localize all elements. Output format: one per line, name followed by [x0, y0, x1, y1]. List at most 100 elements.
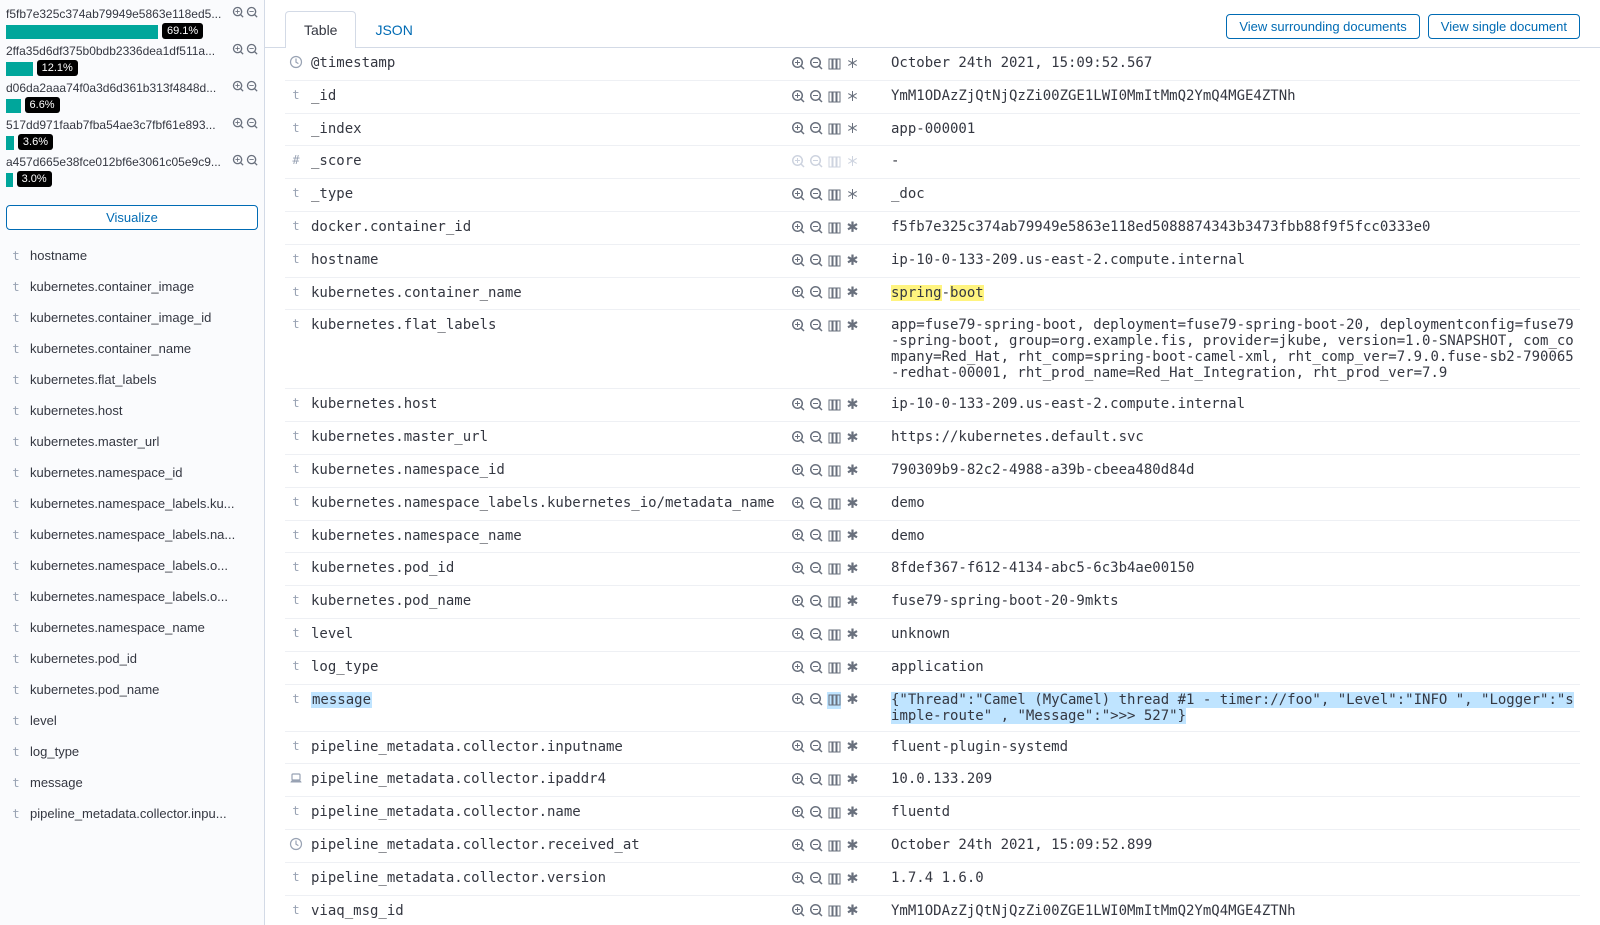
exists-icon[interactable] [845, 903, 859, 917]
filter-out-icon[interactable] [246, 154, 258, 166]
exists-icon[interactable] [845, 528, 859, 542]
filter-out-icon[interactable] [809, 627, 823, 641]
filter-in-icon[interactable] [791, 154, 805, 168]
exists-icon[interactable] [845, 56, 859, 70]
filter-in-icon[interactable] [791, 89, 805, 103]
field-item[interactable]: tkubernetes.master_url [6, 426, 258, 457]
toggle-column-icon[interactable] [827, 772, 841, 786]
filter-in-icon[interactable] [791, 220, 805, 234]
toggle-column-icon[interactable] [827, 285, 841, 299]
filter-in-icon[interactable] [232, 6, 244, 18]
exists-icon[interactable] [845, 463, 859, 477]
filter-out-icon[interactable] [809, 89, 823, 103]
filter-in-icon[interactable] [232, 80, 244, 92]
toggle-column-icon[interactable] [827, 121, 841, 135]
exists-icon[interactable] [845, 187, 859, 201]
filter-out-icon[interactable] [246, 80, 258, 92]
toggle-column-icon[interactable] [827, 430, 841, 444]
filter-in-icon[interactable] [791, 187, 805, 201]
exists-icon[interactable] [845, 89, 859, 103]
view-surrounding-button[interactable]: View surrounding documents [1226, 14, 1419, 39]
field-item[interactable]: tlevel [6, 705, 258, 736]
field-item[interactable]: tkubernetes.container_image_id [6, 302, 258, 333]
filter-out-icon[interactable] [809, 594, 823, 608]
toggle-column-icon[interactable] [827, 89, 841, 103]
exists-icon[interactable] [845, 594, 859, 608]
toggle-column-icon[interactable] [827, 692, 841, 706]
field-item[interactable]: tkubernetes.host [6, 395, 258, 426]
filter-in-icon[interactable] [791, 739, 805, 753]
filter-out-icon[interactable] [809, 660, 823, 674]
filter-in-icon[interactable] [791, 903, 805, 917]
filter-in-icon[interactable] [791, 56, 805, 70]
field-item[interactable]: tpipeline_metadata.collector.inpu... [6, 798, 258, 829]
filter-in-icon[interactable] [791, 318, 805, 332]
exists-icon[interactable] [845, 805, 859, 819]
field-item[interactable]: tkubernetes.namespace_labels.ku... [6, 488, 258, 519]
filter-out-icon[interactable] [809, 838, 823, 852]
toggle-column-icon[interactable] [827, 187, 841, 201]
field-item[interactable]: tkubernetes.namespace_name [6, 612, 258, 643]
filter-out-icon[interactable] [809, 220, 823, 234]
filter-out-icon[interactable] [809, 285, 823, 299]
toggle-column-icon[interactable] [827, 496, 841, 510]
exists-icon[interactable] [845, 397, 859, 411]
filter-in-icon[interactable] [791, 805, 805, 819]
toggle-column-icon[interactable] [827, 56, 841, 70]
filter-in-icon[interactable] [791, 838, 805, 852]
filter-out-icon[interactable] [809, 121, 823, 135]
filter-out-icon[interactable] [809, 253, 823, 267]
field-item[interactable]: thostname [6, 240, 258, 271]
filter-out-icon[interactable] [809, 805, 823, 819]
field-item[interactable]: tmessage [6, 767, 258, 798]
filter-out-icon[interactable] [809, 528, 823, 542]
exists-icon[interactable] [845, 772, 859, 786]
exists-icon[interactable] [845, 121, 859, 135]
field-item[interactable]: tkubernetes.namespace_id [6, 457, 258, 488]
toggle-column-icon[interactable] [827, 805, 841, 819]
exists-icon[interactable] [845, 430, 859, 444]
toggle-column-icon[interactable] [827, 561, 841, 575]
filter-out-icon[interactable] [809, 463, 823, 477]
field-item[interactable]: tkubernetes.namespace_labels.o... [6, 581, 258, 612]
filter-out-icon[interactable] [809, 318, 823, 332]
filter-in-icon[interactable] [791, 772, 805, 786]
field-item[interactable]: tkubernetes.container_name [6, 333, 258, 364]
filter-in-icon[interactable] [791, 871, 805, 885]
filter-in-icon[interactable] [791, 285, 805, 299]
toggle-column-icon[interactable] [827, 154, 841, 168]
exists-icon[interactable] [845, 871, 859, 885]
toggle-column-icon[interactable] [827, 739, 841, 753]
field-item[interactable]: tkubernetes.pod_name [6, 674, 258, 705]
toggle-column-icon[interactable] [827, 318, 841, 332]
tab-table[interactable]: Table [285, 11, 356, 48]
filter-in-icon[interactable] [791, 660, 805, 674]
view-single-button[interactable]: View single document [1428, 14, 1580, 39]
filter-in-icon[interactable] [791, 253, 805, 267]
filter-in-icon[interactable] [791, 496, 805, 510]
exists-icon[interactable] [845, 318, 859, 332]
filter-out-icon[interactable] [809, 692, 823, 706]
toggle-column-icon[interactable] [827, 253, 841, 267]
filter-in-icon[interactable] [791, 528, 805, 542]
filter-out-icon[interactable] [809, 903, 823, 917]
filter-out-icon[interactable] [809, 187, 823, 201]
filter-in-icon[interactable] [791, 463, 805, 477]
exists-icon[interactable] [845, 154, 859, 168]
exists-icon[interactable] [845, 838, 859, 852]
field-item[interactable]: tkubernetes.namespace_labels.o... [6, 550, 258, 581]
toggle-column-icon[interactable] [827, 463, 841, 477]
filter-in-icon[interactable] [791, 594, 805, 608]
filter-in-icon[interactable] [791, 627, 805, 641]
field-item[interactable]: tkubernetes.container_image [6, 271, 258, 302]
field-item[interactable]: tkubernetes.namespace_labels.na... [6, 519, 258, 550]
filter-out-icon[interactable] [246, 6, 258, 18]
filter-in-icon[interactable] [232, 117, 244, 129]
toggle-column-icon[interactable] [827, 397, 841, 411]
exists-icon[interactable] [845, 692, 859, 706]
exists-icon[interactable] [845, 496, 859, 510]
filter-out-icon[interactable] [809, 397, 823, 411]
field-item[interactable]: tkubernetes.pod_id [6, 643, 258, 674]
exists-icon[interactable] [845, 739, 859, 753]
filter-out-icon[interactable] [809, 430, 823, 444]
